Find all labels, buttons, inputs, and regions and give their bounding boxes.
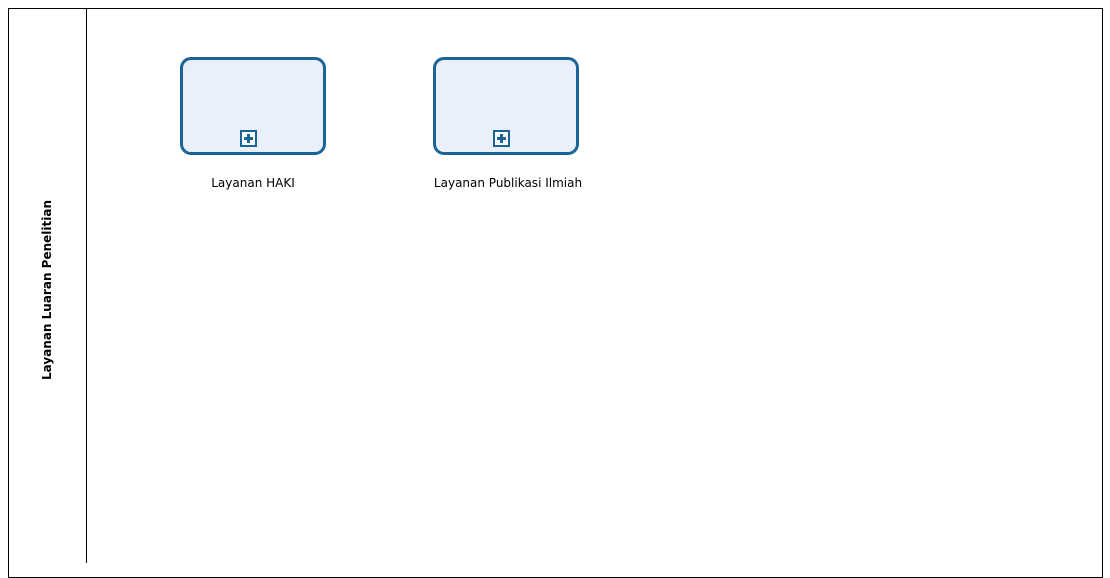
subprocess-layanan-publikasi-ilmiah[interactable] bbox=[433, 57, 579, 155]
plus-icon[interactable] bbox=[493, 130, 510, 147]
subprocess-layanan-haki[interactable] bbox=[180, 57, 326, 155]
subprocess-label: Layanan Publikasi Ilmiah bbox=[433, 176, 583, 190]
lane-title: Layanan Luaran Penelitian bbox=[40, 199, 54, 381]
subprocess-label: Layanan HAKI bbox=[211, 176, 295, 190]
diagram-canvas: Layanan Luaran Penelitian Layanan HAKI L… bbox=[0, 0, 1110, 578]
plus-icon[interactable] bbox=[240, 130, 257, 147]
